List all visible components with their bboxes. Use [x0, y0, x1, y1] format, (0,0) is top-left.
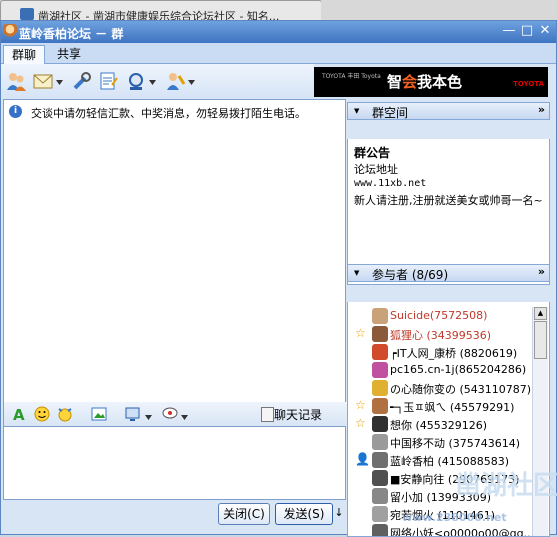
member-name: 中国移不动 (375743614) — [390, 437, 521, 450]
send-options-arrow[interactable]: ↓ — [334, 504, 344, 522]
expand-more-icon[interactable]: » — [538, 265, 545, 278]
note-icon[interactable] — [97, 70, 119, 92]
star-icon: ☆ — [355, 416, 366, 430]
avatar[interactable] — [372, 452, 388, 468]
banner-slogan-post: 我本色 — [417, 73, 463, 91]
forum-url[interactable]: www.11xb.net — [354, 178, 426, 189]
member-row[interactable]: の心随你变の (543110787) — [348, 379, 531, 397]
member-row[interactable]: pc165.cn-1j(865204286) — [348, 361, 531, 379]
avatar[interactable] — [372, 362, 388, 378]
avatar[interactable] — [372, 326, 388, 342]
chat-history-button[interactable]: 聊天记录 — [274, 406, 322, 423]
invite-icon[interactable] — [164, 70, 186, 92]
member-name: ╾┐玉ㅍ飒ㄟ (45579291) — [390, 401, 515, 414]
chat-history-pane[interactable]: i 交谈中请勿轻信汇款、中奖消息，勿轻易拨打陌生电话。 — [3, 99, 346, 403]
member-row[interactable]: Suicide(7572508) — [348, 307, 531, 325]
message-input[interactable] — [3, 426, 346, 500]
member-name: ┍IT人网_康桥 (8820619) — [390, 347, 518, 360]
avatar[interactable] — [372, 488, 388, 504]
member-name: 想你 (455329126) — [390, 419, 488, 432]
group-space-header[interactable]: ▼ 群空间 » — [347, 102, 550, 120]
close-button[interactable]: 关闭(C) — [218, 503, 270, 525]
browser-tab-icon — [20, 8, 34, 20]
member-name: の心随你变の (543110787) — [390, 383, 532, 396]
admin-icon: 👤 — [355, 452, 370, 466]
svg-text:A: A — [13, 406, 25, 423]
star-icon: ☆ — [355, 326, 366, 340]
avatar[interactable] — [372, 416, 388, 432]
watermark-text: 凿湖社区 — [455, 471, 557, 501]
main-toolbar — [1, 64, 314, 98]
banner-slogan-pre: 智 — [387, 73, 403, 91]
avatar[interactable] — [372, 398, 388, 414]
members-icon[interactable] — [5, 70, 27, 92]
send-button[interactable]: 发送(S) — [275, 503, 333, 525]
info-icon: i — [9, 105, 22, 118]
chevron-down-icon[interactable] — [145, 411, 152, 420]
emoji-icon[interactable] — [33, 405, 51, 423]
member-row[interactable]: ┍IT人网_康桥 (8820619) — [348, 343, 531, 361]
banner-brand-left: TOYOTA 丰田 Toyota — [322, 73, 381, 80]
avatar[interactable] — [372, 524, 388, 536]
avatar[interactable] — [372, 308, 388, 324]
avatar[interactable] — [372, 344, 388, 360]
avatar[interactable] — [372, 506, 388, 522]
avatar[interactable] — [372, 470, 388, 486]
announcement-text: 新人请注册,注册就送美女或帅哥一名~ — [354, 194, 543, 207]
avatar[interactable] — [372, 434, 388, 450]
chevron-down-icon[interactable] — [56, 76, 63, 85]
ad-banner[interactable]: TOYOTA 丰田 Toyota 智会我本色 TOYOTA — [314, 67, 548, 97]
app-icon — [3, 24, 17, 39]
member-name: 狐狸心 (34399536) — [390, 329, 492, 342]
members-header[interactable]: ▼ 参与者 (8/69) » — [347, 264, 550, 282]
tab-share[interactable]: 共享 — [51, 45, 87, 63]
member-name: pc165.cn-1j(865204286) — [390, 363, 527, 376]
history-icon[interactable] — [261, 407, 274, 422]
star-icon: ☆ — [355, 398, 366, 412]
tab-bar: 群聊 共享 — [1, 43, 556, 64]
magic-emoji-icon[interactable] — [56, 405, 74, 423]
banner-slogan: 智会我本色 — [387, 71, 462, 92]
member-name: Suicide(7572508) — [390, 309, 488, 322]
member-row[interactable]: ☆ 想你 (455329126) — [348, 415, 531, 433]
minimize-icon[interactable]: — — [502, 24, 516, 38]
group-space-title: 群空间 — [372, 106, 409, 120]
banner-slogan-highlight: 会 — [402, 73, 418, 91]
screenshot-icon[interactable] — [90, 405, 108, 423]
members-title: 参与者 (8/69) — [372, 268, 449, 282]
title-bar[interactable]: 蓝岭香柏论坛 － 群 — □ ✕ — [1, 21, 556, 43]
member-row[interactable]: 中国移不动 (375743614) — [348, 433, 531, 451]
banner-brand: TOYOTA — [513, 80, 544, 88]
security-notice: 交谈中请勿轻信汇款、中奖消息，勿轻易拨打陌生电话。 — [31, 107, 306, 120]
announcement-title: 群公告 — [354, 146, 391, 160]
scroll-thumb[interactable] — [534, 321, 547, 359]
expand-more-icon[interactable]: » — [538, 103, 545, 116]
forum-label: 论坛地址 — [354, 163, 398, 176]
tab-group-chat[interactable]: 群聊 — [3, 45, 45, 64]
collapse-icon[interactable]: ▼ — [354, 269, 359, 277]
browser-tabstrip — [321, 0, 557, 22]
tools-icon[interactable] — [71, 70, 93, 92]
collapse-icon[interactable]: ▼ — [354, 107, 359, 115]
chevron-down-icon[interactable] — [181, 411, 188, 420]
screen-capture-icon[interactable] — [124, 405, 142, 423]
chevron-down-icon[interactable] — [149, 76, 156, 85]
member-row[interactable]: ☆ 狐狸心 (34399536) — [348, 325, 531, 343]
avatar[interactable] — [372, 380, 388, 396]
member-row[interactable]: ☆ ╾┐玉ㅍ飒ㄟ (45579291) — [348, 397, 531, 415]
close-icon[interactable]: ✕ — [538, 24, 552, 38]
settings-icon[interactable] — [125, 70, 147, 92]
voice-message-icon[interactable] — [161, 405, 179, 423]
watermark-url: www.238000.net — [402, 511, 507, 524]
font-icon[interactable]: A — [10, 405, 28, 424]
mail-icon[interactable] — [32, 70, 54, 92]
member-name: 网络小妖<o0000o00@qq... — [390, 527, 535, 537]
maximize-icon[interactable]: □ — [520, 24, 534, 38]
window-title: 蓝岭香柏论坛 － 群 — [19, 27, 124, 41]
group-chat-window: 蓝岭香柏论坛 － 群 — □ ✕ 群聊 共享 TOYOTA 丰田 Toyota … — [0, 20, 557, 537]
scroll-up-icon[interactable]: ▲ — [534, 307, 547, 320]
input-toolbar: A 聊天记录 — [3, 402, 348, 426]
chevron-down-icon[interactable] — [188, 76, 195, 85]
